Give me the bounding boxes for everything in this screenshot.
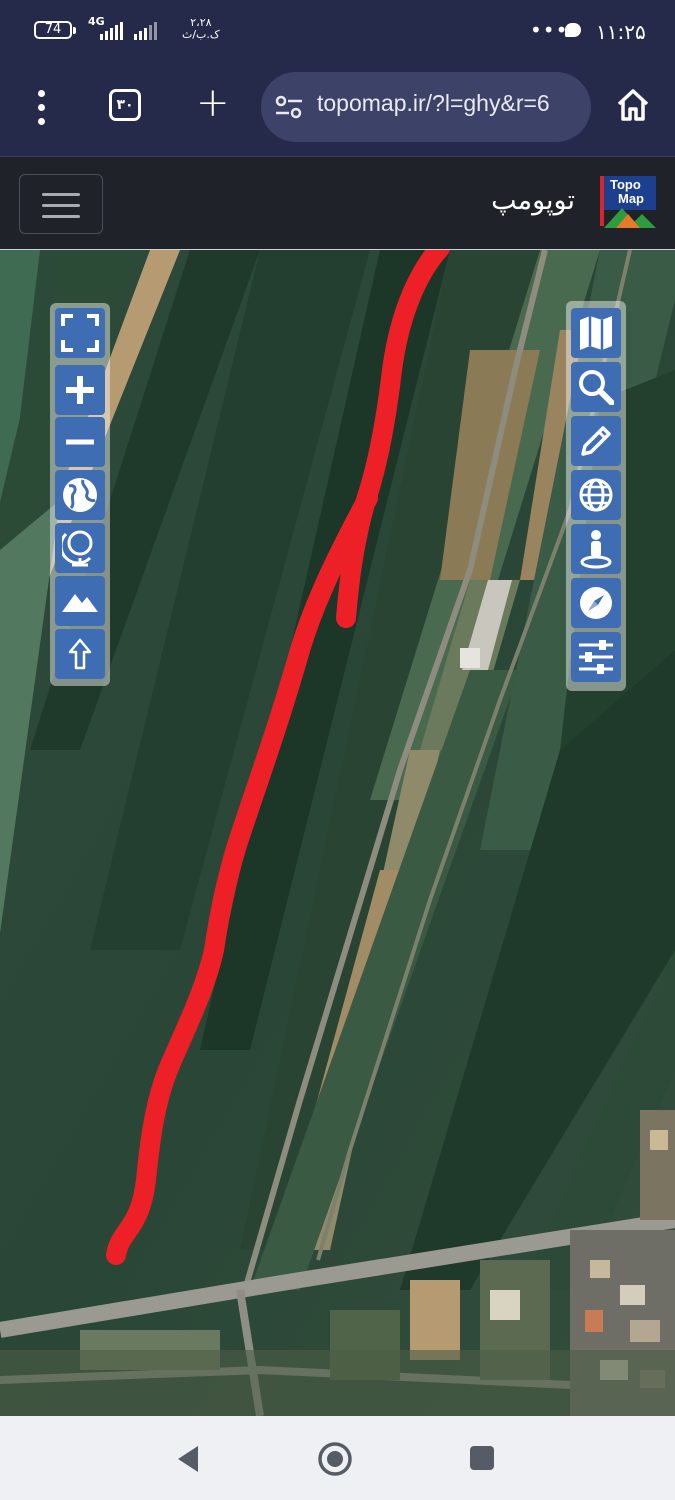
back-icon[interactable] [176, 1444, 200, 1474]
tab-counter-button[interactable]: ۳۰ [109, 89, 141, 121]
clock: ۱۱:۲۵ [596, 20, 646, 44]
fullscreen-icon[interactable] [55, 308, 105, 358]
status-bar: 74 4G ۲،۲۸ ک.ب/ث ••• ۱۱:۲۵ [0, 0, 675, 62]
more-notifications-icon: ••• [530, 18, 569, 42]
left-map-toolbar [50, 303, 110, 686]
chat-icon [565, 23, 581, 37]
zoom-in-icon[interactable] [55, 365, 105, 415]
terrain-icon[interactable] [55, 576, 105, 626]
system-navigation-bar [0, 1416, 675, 1500]
zoom-out-icon[interactable] [55, 417, 105, 467]
site-settings-icon[interactable] [275, 94, 303, 120]
arrow-up-icon[interactable] [55, 629, 105, 679]
pencil-icon[interactable] [571, 416, 621, 466]
search-icon[interactable] [571, 362, 621, 412]
address-bar[interactable]: topomap.ir/?l=ghy&r=6 [261, 72, 591, 142]
home-icon[interactable] [615, 87, 651, 123]
map-layers-icon[interactable] [571, 308, 621, 358]
globe-icon[interactable] [55, 470, 105, 520]
sliders-icon[interactable] [571, 632, 621, 682]
svg-text:Map: Map [618, 191, 644, 206]
recent-apps-icon[interactable] [470, 1446, 494, 1470]
topomap-logo[interactable]: Topo Map [600, 176, 656, 228]
url-text: topomap.ir/?l=ghy&r=6 [317, 90, 550, 116]
hamburger-menu-button[interactable] [19, 174, 103, 234]
desk-globe-icon[interactable] [55, 523, 105, 573]
site-title[interactable]: توپومپ [491, 185, 575, 216]
right-map-toolbar [566, 301, 626, 691]
browser-toolbar: ۳۰ + topomap.ir/?l=ghy&r=6 [0, 62, 675, 156]
new-tab-button[interactable]: + [196, 78, 230, 128]
compass-icon[interactable] [571, 578, 621, 628]
home-nav-icon[interactable] [317, 1441, 353, 1477]
battery-icon: 74 [34, 21, 76, 39]
site-header: توپومپ [0, 156, 675, 250]
more-vert-icon[interactable] [30, 88, 54, 128]
person-location-icon[interactable] [571, 524, 621, 574]
globe-grid-icon[interactable] [571, 470, 621, 520]
battery-level: 74 [44, 22, 62, 37]
svg-text:Topo: Topo [610, 177, 641, 192]
signal-icon [100, 22, 123, 40]
signal-icon-2 [134, 22, 157, 40]
network-speed: ۲،۲۸ ک.ب/ث [182, 16, 220, 41]
